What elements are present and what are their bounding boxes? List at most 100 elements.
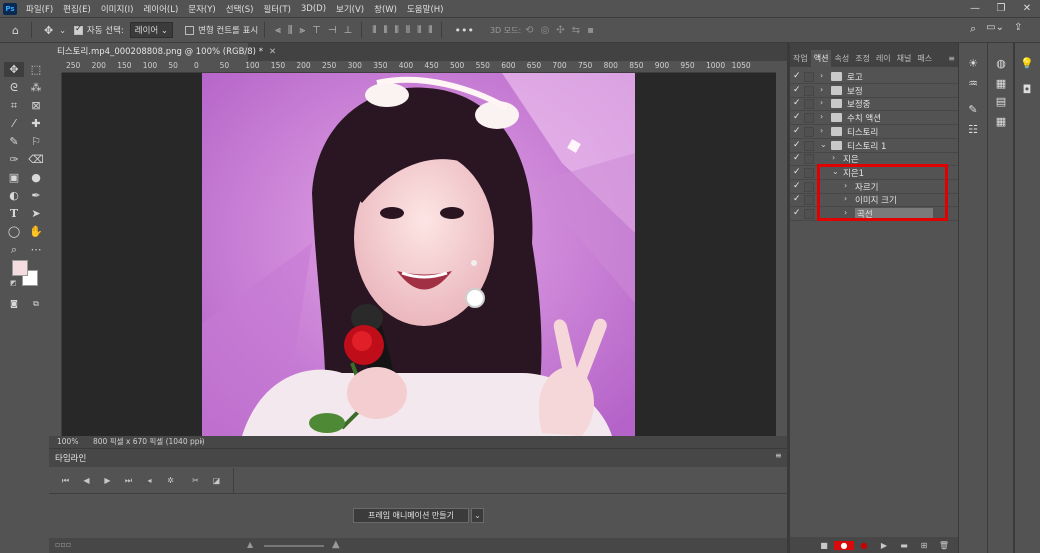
menu-layer[interactable]: 레이어(L): [138, 3, 183, 15]
minimize-icon[interactable]: —: [962, 0, 988, 17]
play-selection-icon[interactable]: ▶: [874, 541, 894, 550]
menu-3d[interactable]: 3D(D): [296, 4, 331, 14]
brightness-sun-icon[interactable]: ☀: [963, 57, 983, 70]
begin-recording-icon[interactable]: ●: [854, 541, 874, 550]
tool-preset-chevron-icon[interactable]: ⌄: [59, 26, 66, 35]
eraser-tool-icon[interactable]: ⌫: [26, 152, 46, 167]
gradient-panel-icon[interactable]: ▤: [991, 95, 1011, 108]
expand-chevron-icon[interactable]: ›: [820, 112, 823, 121]
path-selection-icon[interactable]: ➤: [26, 206, 46, 221]
new-action-icon[interactable]: ⊞: [914, 541, 934, 550]
toggle-item-check-icon[interactable]: ✓: [793, 167, 801, 177]
default-colors-icon[interactable]: ◩: [10, 279, 17, 287]
toggle-item-check-icon[interactable]: ✓: [793, 85, 801, 95]
more-options-icon[interactable]: •••: [454, 24, 473, 37]
clone-stamp-icon[interactable]: ⚐: [26, 134, 46, 149]
align-bottom-icon[interactable]: ⊥: [344, 25, 353, 36]
timeline-menu-icon[interactable]: ≡: [775, 451, 782, 460]
zoom-level[interactable]: 100%: [57, 436, 78, 448]
sliders-icon[interactable]: ☷: [963, 123, 983, 136]
zoom-tool-icon[interactable]: ⌕: [4, 242, 24, 257]
eyedropper-tool-icon[interactable]: ⁄: [4, 116, 24, 131]
toggle-item-check-icon[interactable]: ✓: [793, 208, 801, 218]
tab-work[interactable]: 작업: [790, 50, 811, 67]
auto-select-checkbox[interactable]: [73, 24, 83, 35]
color-palette-icon[interactable]: ◍: [991, 57, 1011, 70]
distribute-bottom-icon[interactable]: ⫴: [395, 25, 399, 36]
menu-view[interactable]: 보기(V): [331, 3, 369, 15]
blur-tool-icon[interactable]: ●: [26, 170, 46, 185]
expand-chevron-icon[interactable]: ›: [832, 153, 835, 162]
transform-controls-checkbox[interactable]: [185, 25, 195, 35]
brush-settings-icon[interactable]: ✎: [963, 103, 983, 116]
split-scissors-icon[interactable]: ✂: [185, 476, 206, 485]
stop-playing-icon[interactable]: ■: [814, 541, 834, 550]
document-image[interactable]: [202, 73, 635, 436]
menu-file[interactable]: 파일(F): [21, 3, 58, 15]
align-left-icon[interactable]: ⫷: [275, 25, 281, 36]
record-icon[interactable]: ●: [834, 540, 854, 550]
prev-frame-icon[interactable]: ◀: [76, 476, 97, 485]
quick-mask-icon[interactable]: ◙: [4, 296, 24, 311]
expand-chevron-icon[interactable]: ›: [820, 126, 823, 135]
frame-tool-icon[interactable]: ⊠: [26, 98, 46, 113]
panel-menu-icon[interactable]: ≡: [945, 50, 958, 67]
close-tab-icon[interactable]: ✕: [269, 47, 276, 57]
horizontal-ruler[interactable]: 250 200 150 100 50 0 50 100 150 200 250 300 350 400 45…: [62, 61, 776, 73]
3d-orbit-icon[interactable]: ⟲: [525, 25, 533, 36]
tab-layers[interactable]: 레이: [873, 50, 894, 67]
3d-pan-icon[interactable]: ✣: [556, 25, 564, 36]
align-top-icon[interactable]: ⊤: [312, 25, 321, 36]
convert-frames-icon[interactable]: ▫▫▫: [55, 540, 71, 549]
dialog-toggle-box[interactable]: [804, 126, 814, 137]
home-icon[interactable]: ⌂: [12, 24, 19, 37]
dialog-toggle-box[interactable]: [804, 181, 814, 192]
dialog-toggle-box[interactable]: [804, 140, 814, 151]
healing-brush-icon[interactable]: ✚: [26, 116, 46, 131]
workspace-icon[interactable]: ▭⌄: [986, 22, 1004, 36]
action-set-row[interactable]: ✓ › 보정: [790, 84, 958, 98]
menu-image[interactable]: 이미지(I): [96, 3, 139, 15]
3d-scale-icon[interactable]: ▪: [587, 25, 594, 36]
play-icon[interactable]: ▶: [97, 476, 118, 485]
brush-tool-icon[interactable]: ✎: [4, 134, 24, 149]
screen-mode-icon[interactable]: ⧉: [26, 296, 46, 311]
close-icon[interactable]: ✕: [1014, 0, 1040, 17]
zoom-out-mountain-icon[interactable]: ▲: [247, 540, 253, 549]
dialog-toggle-box[interactable]: [804, 195, 814, 206]
menu-help[interactable]: 도움말(H): [402, 3, 448, 15]
toggle-item-check-icon[interactable]: ✓: [793, 140, 801, 150]
hand-tool-icon[interactable]: ✋: [26, 224, 46, 239]
distribute-left-icon[interactable]: ⫴: [406, 25, 410, 36]
lasso-tool-icon[interactable]: ᘓ: [4, 80, 24, 95]
ellipse-tool-icon[interactable]: ◯: [4, 224, 24, 239]
toggle-item-check-icon[interactable]: ✓: [793, 71, 801, 81]
learn-lightbulb-icon[interactable]: 💡: [1017, 57, 1037, 70]
marquee-tool-icon[interactable]: ⬚: [26, 62, 46, 77]
tab-channels[interactable]: 채널: [894, 50, 915, 67]
swatches-grid-icon[interactable]: ▦: [991, 77, 1011, 90]
crop-tool-icon[interactable]: ⌗: [4, 98, 24, 113]
move-tool-icon[interactable]: ✥: [4, 62, 24, 77]
document-size-info[interactable]: 800 픽셀 x 670 픽셀 (1040 ppi): [93, 436, 205, 448]
zoom-in-mountain-icon[interactable]: ▲: [332, 539, 340, 550]
align-center-icon[interactable]: ⫼: [288, 25, 293, 36]
new-set-folder-icon[interactable]: ▬: [894, 541, 914, 550]
zoom-slider[interactable]: [264, 545, 324, 547]
expand-chevron-icon[interactable]: ›: [820, 98, 823, 107]
distribute-right-icon[interactable]: ⫴: [428, 25, 432, 36]
tab-adjustments[interactable]: 조정: [852, 50, 873, 67]
3d-roll-icon[interactable]: ◎: [541, 25, 550, 36]
collapse-chevron-icon[interactable]: ⌄: [820, 140, 827, 149]
dialog-toggle-box[interactable]: [804, 85, 814, 96]
transition-icon[interactable]: ◪: [206, 476, 227, 485]
menu-edit[interactable]: 편집(E): [58, 3, 96, 15]
expand-chevron-icon[interactable]: ›: [820, 71, 823, 80]
align-right-icon[interactable]: ⫸: [299, 25, 305, 36]
menu-type[interactable]: 문자(Y): [183, 3, 220, 15]
action-set-row[interactable]: ✓ › 로고: [790, 70, 958, 84]
tab-actions[interactable]: 액션: [810, 50, 832, 67]
type-tool-icon[interactable]: T: [4, 206, 24, 221]
dodge-tool-icon[interactable]: ◐: [4, 188, 24, 203]
distribute-middle-icon[interactable]: ⫴: [383, 25, 387, 36]
